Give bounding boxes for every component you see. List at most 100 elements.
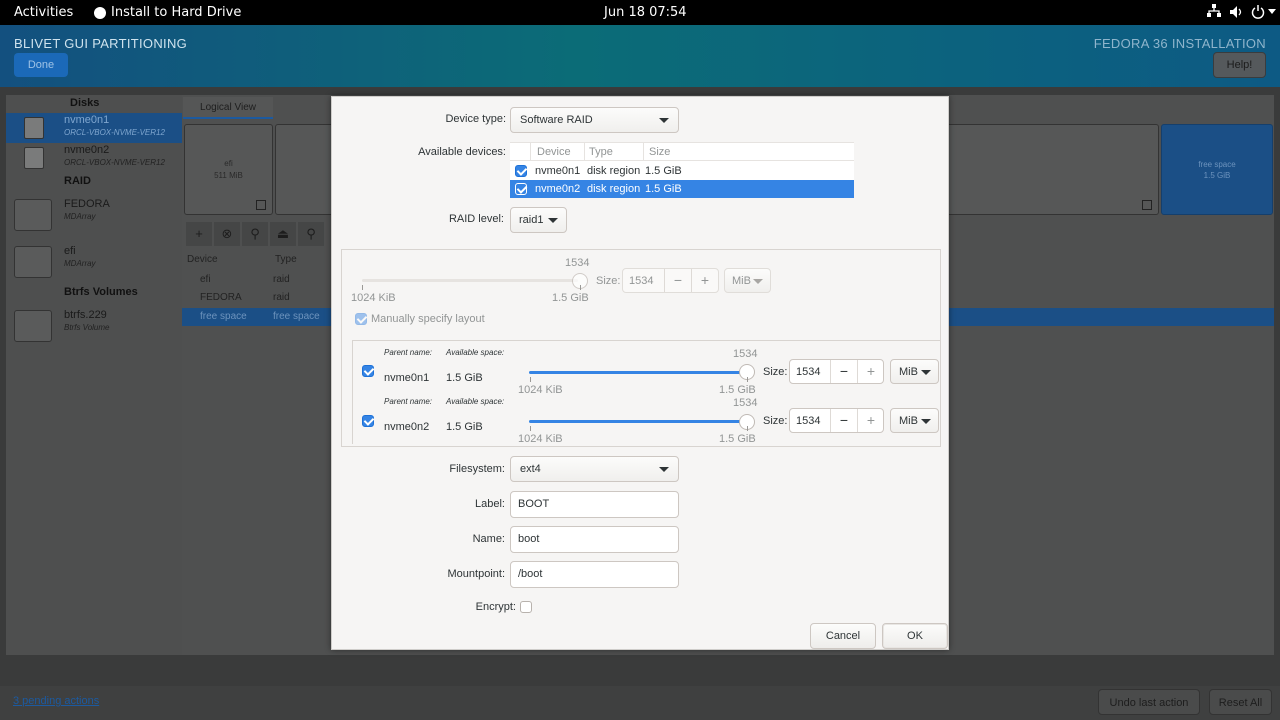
device-name: nvme0n2 bbox=[535, 183, 581, 195]
network-icon[interactable] bbox=[1207, 4, 1221, 22]
raid-icon bbox=[14, 246, 52, 278]
device-type-combo[interactable]: Software RAID bbox=[510, 107, 679, 133]
sidebar-item-efi[interactable]: efi MDArray bbox=[6, 244, 182, 280]
dropdown-arrow-icon bbox=[548, 218, 558, 223]
slider-min-label: 1024 KiB bbox=[351, 292, 396, 304]
column-size[interactable]: Size bbox=[649, 146, 670, 158]
edit-icon[interactable]: ⚲ bbox=[242, 222, 268, 246]
unmount-icon[interactable]: ⏏ bbox=[270, 222, 296, 246]
label-label: Label: bbox=[475, 498, 505, 510]
sidebar-item-btrfs[interactable]: btrfs.229 Btrfs Volume bbox=[6, 308, 182, 344]
name-value: boot bbox=[518, 533, 540, 545]
device-row-nvme0n1[interactable]: nvme0n1 disk region 1.5 GiB bbox=[510, 162, 854, 180]
sidebar-item-label: FEDORA bbox=[64, 198, 110, 210]
slider-max-value: 1534 bbox=[565, 257, 590, 269]
device-checkbox[interactable] bbox=[515, 183, 527, 195]
sidebar-item-label: nvme0n1 bbox=[64, 114, 110, 126]
parent-checkbox[interactable] bbox=[362, 365, 374, 377]
column-type[interactable]: Type bbox=[589, 146, 613, 158]
column-device[interactable]: Device bbox=[537, 146, 571, 158]
app-menu[interactable]: Install to Hard Drive bbox=[111, 5, 241, 20]
slider-max-label: 1.5 GiB bbox=[552, 292, 589, 304]
disk-icon bbox=[24, 147, 44, 169]
decrease-button[interactable]: − bbox=[830, 360, 857, 383]
volume-icon[interactable] bbox=[1229, 5, 1243, 23]
dropdown-arrow-icon bbox=[921, 419, 931, 424]
device-checkbox[interactable] bbox=[515, 165, 527, 177]
encrypt-checkbox[interactable] bbox=[520, 601, 532, 613]
size-spin[interactable]: 1534 − + bbox=[789, 408, 884, 433]
tab-logical-view[interactable]: Logical View bbox=[183, 97, 273, 119]
column-device[interactable]: Device bbox=[187, 254, 218, 265]
parent-name-label: Parent name: bbox=[384, 348, 433, 357]
slider-tick bbox=[747, 377, 748, 382]
unit-combo[interactable]: MiB bbox=[890, 359, 939, 384]
help-button[interactable]: Help! bbox=[1213, 52, 1266, 78]
activities-button[interactable]: Activities bbox=[14, 5, 73, 20]
clock[interactable]: Jun 18 07:54 bbox=[604, 5, 687, 20]
undo-button[interactable]: Undo last action bbox=[1098, 689, 1200, 715]
btrfs-header: Btrfs Volumes bbox=[64, 286, 138, 298]
increase-button[interactable]: + bbox=[691, 269, 718, 292]
size-slider[interactable] bbox=[529, 420, 746, 423]
partition-block-free[interactable]: free space 1.5 GiB bbox=[1161, 124, 1273, 215]
sidebar-item-nvme0n1[interactable]: nvme0n1 ORCL-VBOX-NVME-VER12 bbox=[6, 113, 182, 143]
sidebar-item-label: btrfs.229 bbox=[64, 309, 107, 321]
slider-max-label: 1.5 GiB bbox=[719, 433, 756, 445]
reset-all-button[interactable]: Reset All bbox=[1209, 689, 1272, 715]
size-slider[interactable] bbox=[362, 279, 578, 282]
filesystem-combo[interactable]: ext4 bbox=[510, 456, 679, 482]
device-row-nvme0n2[interactable]: nvme0n2 disk region 1.5 GiB bbox=[510, 180, 854, 198]
mountpoint-field[interactable]: /boot bbox=[510, 561, 679, 588]
block-size: 1.5 GiB bbox=[1203, 171, 1231, 180]
decrease-button[interactable]: − bbox=[830, 409, 857, 432]
increase-button[interactable]: + bbox=[857, 409, 884, 432]
filesystem-label: Filesystem: bbox=[449, 463, 505, 475]
size-spin[interactable]: 1534 − + bbox=[622, 268, 719, 293]
decrease-button[interactable]: − bbox=[664, 269, 691, 292]
slider-min-label: 1024 KiB bbox=[518, 433, 563, 445]
column-type[interactable]: Type bbox=[275, 254, 297, 265]
slider-tick bbox=[580, 285, 581, 290]
header-banner: BLIVET GUI PARTITIONING Done FEDORA 36 I… bbox=[0, 25, 1280, 87]
size-label: Size: bbox=[596, 275, 621, 287]
partition-block-efi[interactable]: efi 511 MiB bbox=[184, 124, 273, 215]
search-icon[interactable]: ⚲ bbox=[298, 222, 324, 246]
copy-icon bbox=[256, 200, 266, 210]
raid-level-combo[interactable]: raid1 bbox=[510, 207, 567, 233]
size-label: Size: bbox=[763, 415, 788, 427]
block-name: efi bbox=[224, 159, 233, 168]
app-title: BLIVET GUI PARTITIONING bbox=[14, 36, 188, 51]
size-value: 1534 bbox=[796, 366, 821, 378]
column-divider bbox=[584, 143, 585, 161]
parent-checkbox[interactable] bbox=[362, 415, 374, 427]
pending-actions-link[interactable]: 3 pending actions bbox=[13, 695, 99, 707]
sidebar-item-fedora[interactable]: FEDORA MDArray bbox=[6, 197, 182, 233]
unit-value: MiB bbox=[899, 366, 918, 378]
unit-combo[interactable]: MiB bbox=[724, 268, 771, 293]
row-device: FEDORA bbox=[200, 292, 242, 303]
add-icon[interactable]: + bbox=[186, 222, 212, 246]
size-spin[interactable]: 1534 − + bbox=[789, 359, 884, 384]
label-field[interactable]: BOOT bbox=[510, 491, 679, 518]
delete-icon[interactable]: ⊗ bbox=[214, 222, 240, 246]
size-slider[interactable] bbox=[529, 371, 746, 374]
manual-layout-checkbox[interactable] bbox=[355, 313, 367, 325]
power-icon[interactable] bbox=[1251, 5, 1265, 23]
parent-space: 1.5 GiB bbox=[446, 372, 483, 384]
sidebar-item-nvme0n2[interactable]: nvme0n2 ORCL-VBOX-NVME-VER12 bbox=[6, 143, 182, 173]
block-name: free space bbox=[1198, 160, 1236, 169]
cancel-button[interactable]: Cancel bbox=[810, 623, 876, 649]
ok-button[interactable]: OK bbox=[882, 623, 948, 649]
increase-button[interactable]: + bbox=[857, 360, 884, 383]
unit-combo[interactable]: MiB bbox=[890, 408, 939, 433]
sidebar-item-sub: MDArray bbox=[64, 212, 96, 221]
raid-icon bbox=[14, 199, 52, 231]
available-devices-label: Available devices: bbox=[418, 146, 506, 158]
devices-table-header: Device Type Size bbox=[510, 143, 854, 161]
row-type: raid bbox=[273, 292, 290, 303]
name-field[interactable]: boot bbox=[510, 526, 679, 553]
raid-level-value: raid1 bbox=[519, 214, 544, 226]
system-menu-arrow-icon[interactable] bbox=[1268, 9, 1276, 14]
done-button[interactable]: Done bbox=[14, 53, 68, 77]
